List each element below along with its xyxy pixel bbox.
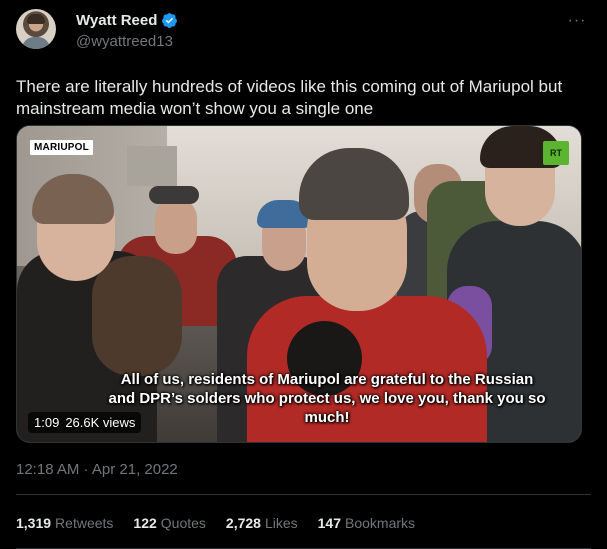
stat-value: 147 [317,515,341,531]
stat-label: Retweets [55,515,114,531]
scene-wall-block [127,146,177,186]
avatar[interactable] [16,9,56,49]
person-shape [92,256,182,376]
stat-value: 2,728 [225,515,261,531]
tweet-text: There are literally hundreds of videos l… [16,77,563,118]
divider [16,494,591,495]
verified-badge-icon[interactable] [161,12,178,29]
stat-label: Quotes [160,515,206,531]
retweets-stat[interactable]: 1,319 Retweets [16,515,113,531]
avatar-body [22,37,50,49]
engagement-stats: 1,319 Retweets 122 Quotes 2,728 Likes 14… [16,515,415,531]
more-horizontal-icon[interactable]: ··· [567,13,587,34]
video-duration: 1:09 [34,415,60,430]
quotes-stat[interactable]: 122 Quotes [133,515,206,531]
person-shape [149,186,199,204]
video-subtitle: All of us, residents of Mariupol are gra… [108,371,546,426]
person-shape [155,198,197,254]
tweet-card: Wyatt Reed @wyattreed13 ··· There are li… [0,0,607,549]
stat-label: Likes [264,515,298,531]
stat-value: 1,319 [16,515,52,531]
tweet-timestamp[interactable]: 12:18 AM · Apr 21, 2022 [16,461,178,478]
channel-logo: RT [543,141,569,165]
likes-stat[interactable]: 2,728 Likes [226,515,298,531]
author-display-name[interactable]: Wyatt Reed [76,12,157,29]
video-views: 26.6K views [65,415,136,430]
video-player[interactable]: MARIUPOL RT All of us, residents of Mari… [16,125,582,443]
stat-label: Bookmarks [345,515,416,531]
avatar-hair [27,14,45,24]
location-tag: MARIUPOL [30,140,93,155]
video-info-badge: 1:09 26.6K views [28,412,142,433]
author-name-row: Wyatt Reed [76,12,178,29]
bookmarks-stat[interactable]: 147 Bookmarks [318,515,415,531]
author-handle[interactable]: @wyattreed13 [76,33,173,50]
stat-value: 122 [133,515,157,531]
